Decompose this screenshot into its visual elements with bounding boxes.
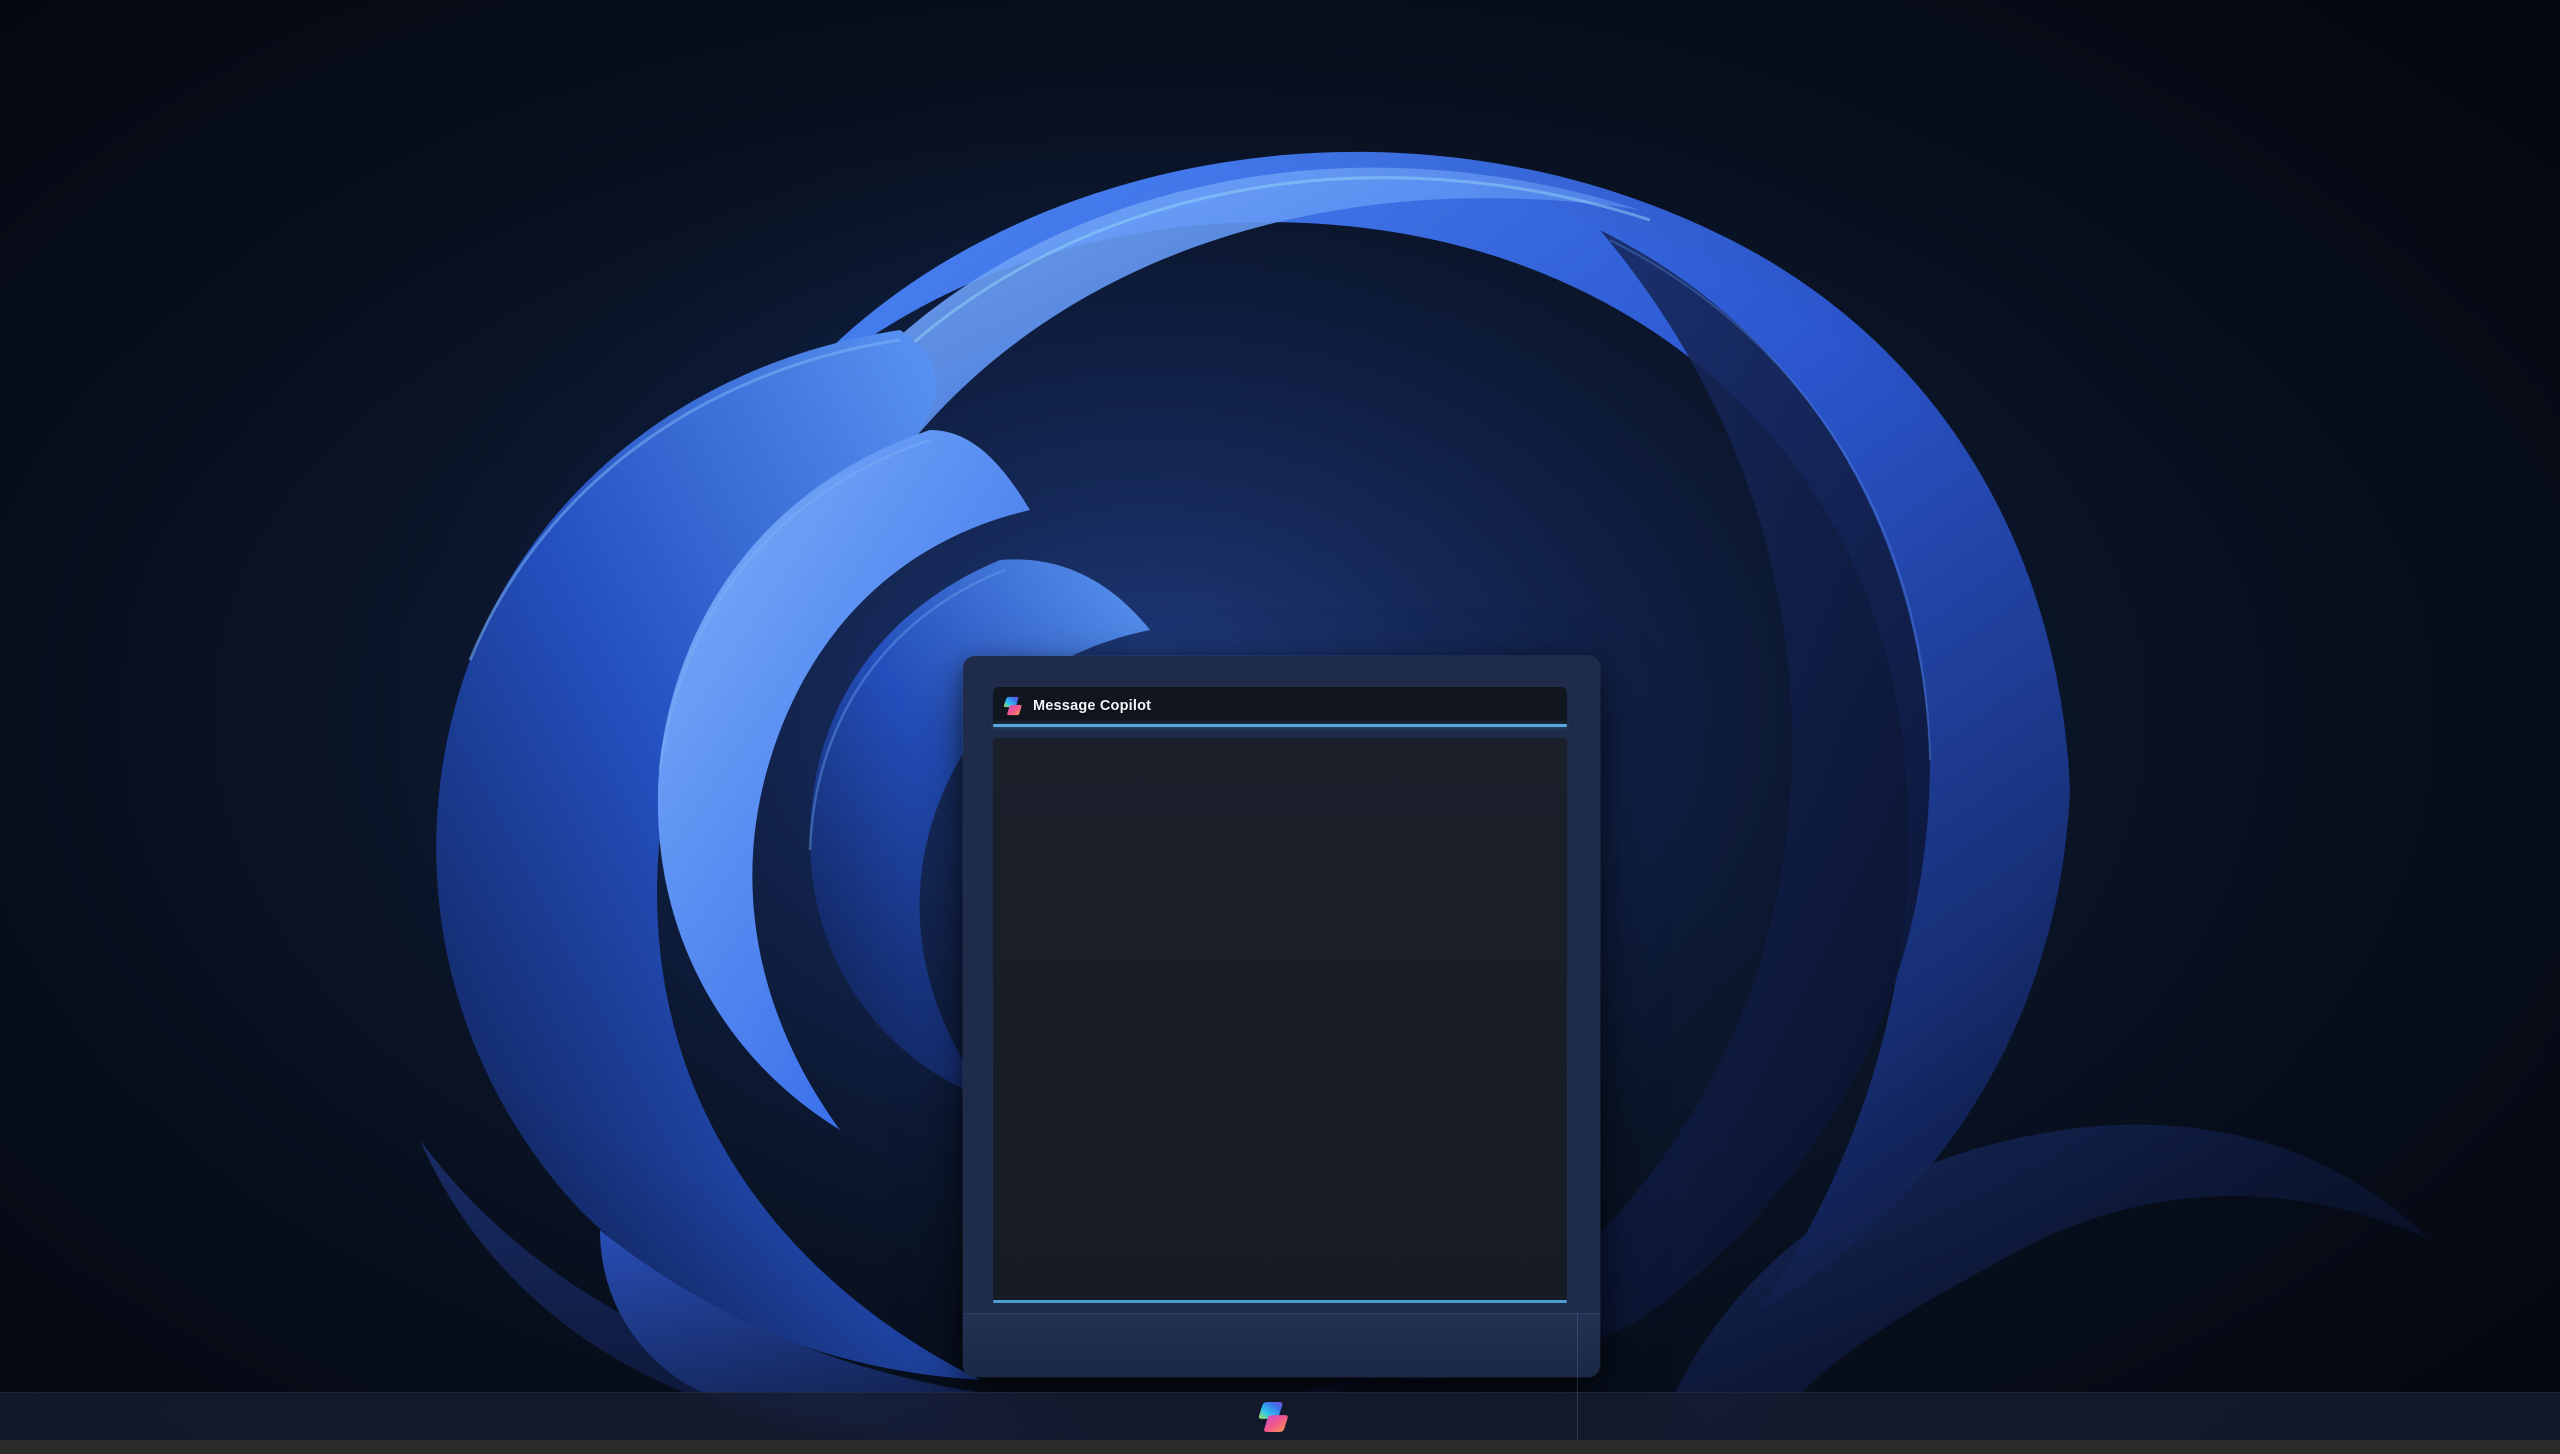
taskbar-copilot-button[interactable] bbox=[1253, 1398, 1291, 1436]
desktop: Message Copilot bbox=[0, 0, 2560, 1454]
copilot-icon bbox=[1258, 1402, 1288, 1432]
titlebar-accent-line bbox=[993, 724, 1567, 727]
content-accent-line bbox=[993, 1300, 1567, 1303]
message-copilot-window: Message Copilot bbox=[963, 656, 1600, 1377]
window-bottom-panel bbox=[963, 1313, 1600, 1377]
taskbar bbox=[0, 1392, 2560, 1441]
titlebar[interactable]: Message Copilot bbox=[993, 687, 1567, 727]
window-title: Message Copilot bbox=[1033, 697, 1152, 714]
vertical-seam-line bbox=[1577, 1313, 1578, 1440]
screen-bottom-strip bbox=[0, 1440, 2560, 1454]
copilot-logo-icon bbox=[1003, 696, 1022, 715]
message-content-area[interactable] bbox=[993, 738, 1567, 1303]
